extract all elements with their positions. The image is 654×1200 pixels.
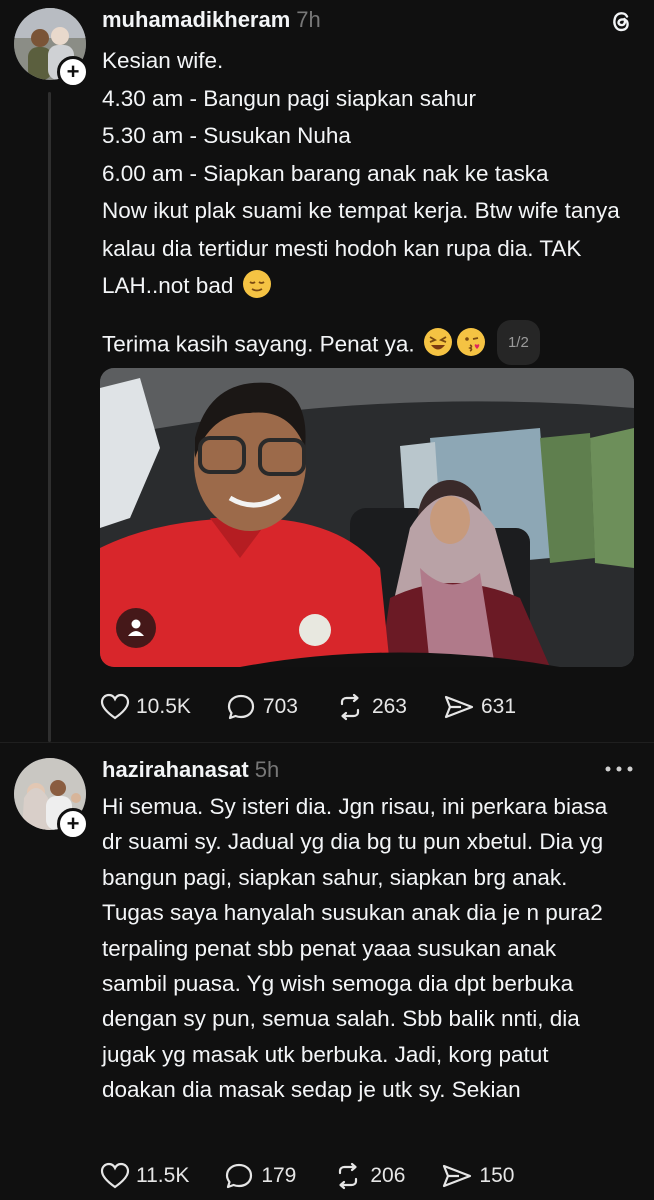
username[interactable]: muhamadikheram 7h (102, 7, 321, 33)
post-hazirahanasat: + hazirahanasat 5h Hi semua. Sy isteri di… (0, 744, 654, 1200)
more-dots-icon[interactable] (604, 762, 634, 774)
share-button[interactable]: 150 (441, 1162, 514, 1190)
post-body: Hi semua. Sy isteri dia. Jgn risau, ini … (102, 789, 614, 1108)
comment-count: 179 (261, 1164, 297, 1187)
send-icon (443, 1164, 472, 1188)
laughing-face-emoji-icon (423, 328, 452, 357)
car-selfie-image (100, 368, 634, 667)
comment-count: 703 (262, 695, 298, 718)
post-closing-line: Terima kasih sayang. Penat ya. 1/2 (102, 319, 630, 369)
post-photo[interactable] (100, 368, 634, 667)
like-button[interactable]: 10.5K (100, 693, 191, 721)
username-text[interactable]: hazirahanasat (102, 757, 249, 782)
post-muhamadikheram: + muhamadikheram 7h Kesian wife. 4.30 am … (0, 0, 654, 742)
image-page-indicator: 1/2 (496, 319, 540, 365)
heart-icon (100, 1162, 130, 1189)
post-line: 6.00 am - Siapkan barang anak nak ke tas… (102, 160, 549, 186)
send-icon (444, 695, 474, 719)
comment-bubble-icon (226, 1163, 253, 1189)
comment-bubble-icon (227, 694, 254, 720)
heart-icon (100, 693, 130, 720)
post-actions: 10.5K 703 263 631 (100, 692, 552, 722)
post-line: 4.30 am - Bangun pagi siapkan sahur (102, 85, 476, 111)
post-line: Kesian wife. (102, 48, 224, 73)
username-text[interactable]: muhamadikheram (102, 7, 290, 32)
comment-button[interactable]: 179 (225, 1162, 296, 1190)
repost-count: 206 (370, 1164, 406, 1187)
post-text: Hi semua. Sy isteri dia. Jgn risau, ini … (102, 794, 608, 1103)
like-count: 11.5K (136, 1164, 190, 1187)
like-count: 10.5K (136, 695, 191, 718)
follow-plus-button[interactable]: + (57, 56, 89, 88)
post-line-text: Now ikut plak suami ke tempat kerja. Btw… (102, 198, 620, 298)
threads-logo-icon[interactable] (608, 8, 634, 34)
share-count: 631 (480, 695, 517, 718)
post-actions: 11.5K 179 206 150 (100, 1161, 550, 1191)
kissing-face-emoji-icon (456, 328, 485, 357)
post-time: 7h (296, 7, 321, 32)
repost-count: 263 (371, 695, 407, 718)
post-body: Kesian wife. 4.30 am - Bangun pagi siapk… (102, 42, 630, 368)
relieved-face-emoji-icon (242, 270, 271, 299)
comment-button[interactable]: 703 (227, 693, 298, 721)
repost-button[interactable]: 263 (334, 693, 407, 721)
person-tag-icon[interactable] (116, 608, 156, 648)
post-closing-text: Terima kasih sayang. Penat ya. (102, 331, 415, 357)
follow-plus-button[interactable]: + (57, 808, 89, 840)
share-count: 150 (479, 1164, 515, 1187)
repost-icon (339, 1162, 358, 1190)
post-time: 5h (254, 757, 280, 782)
username[interactable]: hazirahanasat 5h (102, 757, 279, 783)
post-line: Now ikut plak suami ke tempat kerja. Btw… (102, 192, 630, 305)
like-button[interactable]: 11.5K (100, 1162, 189, 1190)
repost-button[interactable]: 206 (332, 1162, 405, 1190)
post-divider (0, 742, 654, 743)
repost-icon (340, 693, 360, 721)
post-line: 5.30 am - Susukan Nuha (102, 123, 351, 148)
thread-connector-line (48, 92, 51, 742)
share-button[interactable]: 631 (443, 693, 516, 721)
